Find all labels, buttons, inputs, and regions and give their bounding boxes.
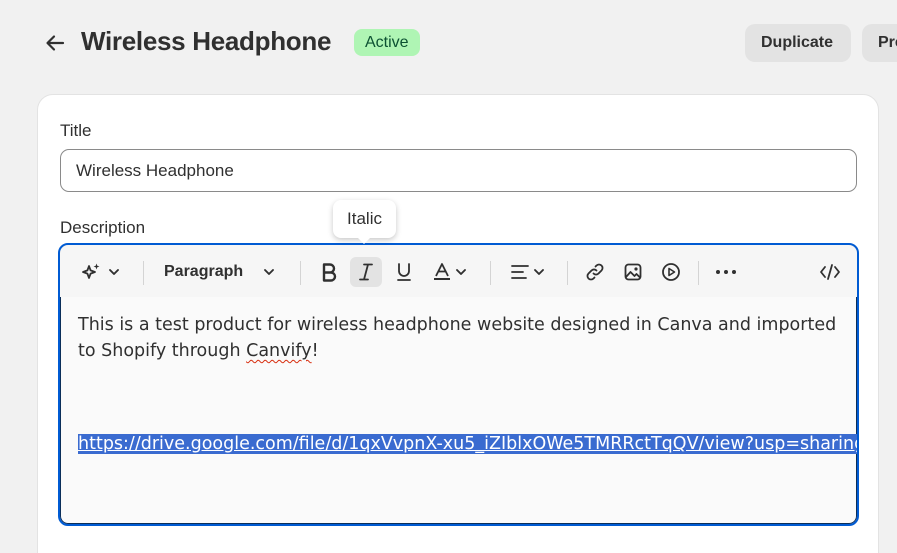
more-options-button[interactable] (710, 257, 742, 287)
title-input[interactable] (60, 149, 857, 192)
toolbar-divider (143, 261, 144, 285)
selected-link-line: https://drive.google.com/file/d/1qxVvpnX… (78, 432, 857, 456)
description-paragraph: This is a test product for wireless head… (78, 312, 848, 364)
chevron-down-icon (534, 269, 544, 275)
underline-button[interactable] (389, 257, 419, 287)
bold-icon (322, 263, 337, 282)
insert-video-button[interactable] (656, 257, 686, 287)
toolbar-divider (300, 261, 301, 285)
description-text-end: ! (311, 341, 319, 361)
description-editor[interactable]: Paragraph This is a test product for wir… (58, 243, 859, 526)
drive-link[interactable]: https://drive.google.com/file/d/1qxVvpnX… (78, 434, 857, 454)
page-header: Wireless Headphone Active Duplicate Prev… (0, 0, 897, 86)
toolbar-divider (490, 261, 491, 285)
image-icon (624, 263, 642, 281)
paragraph-style-select[interactable]: Paragraph (164, 257, 282, 287)
editor-content[interactable]: This is a test product for wireless head… (78, 312, 848, 364)
italic-button[interactable] (350, 257, 382, 287)
page-title: Wireless Headphone (81, 26, 332, 56)
insert-image-button[interactable] (618, 257, 648, 287)
underline-icon (397, 263, 411, 281)
more-horizontal-icon (716, 270, 736, 274)
status-badge: Active (354, 29, 420, 56)
chevron-down-icon (456, 269, 466, 275)
description-text: This is a test product for wireless head… (78, 315, 837, 361)
video-icon (662, 263, 680, 281)
code-icon (820, 264, 840, 280)
chevron-down-icon (109, 269, 119, 275)
italic-tooltip: Italic (333, 200, 396, 244)
magic-sparkle-icon (82, 263, 100, 279)
duplicate-button[interactable]: Duplicate (745, 24, 851, 62)
chevron-down-icon (264, 269, 275, 275)
editor-toolbar: Paragraph (60, 245, 857, 297)
title-label: Title (60, 121, 92, 140)
text-color-button[interactable] (428, 257, 472, 287)
toolbar-divider (567, 261, 568, 285)
align-left-icon (511, 265, 529, 279)
bold-button[interactable] (314, 257, 344, 287)
misspelled-word[interactable]: Canvify (246, 341, 311, 361)
back-button[interactable] (40, 28, 70, 58)
preview-button[interactable]: Preview (862, 24, 897, 62)
italic-icon (359, 263, 373, 281)
alignment-button[interactable] (506, 257, 550, 287)
link-icon (586, 263, 604, 281)
text-color-icon (434, 263, 450, 280)
description-label: Description (60, 218, 146, 237)
toolbar-divider (698, 261, 699, 285)
product-details-card: Title Description Paragraph (37, 94, 879, 553)
show-html-button[interactable] (814, 257, 846, 287)
arrow-left-icon (46, 35, 65, 51)
insert-link-button[interactable] (580, 257, 610, 287)
ai-magic-button[interactable] (78, 257, 124, 287)
paragraph-style-label: Paragraph (164, 263, 244, 280)
